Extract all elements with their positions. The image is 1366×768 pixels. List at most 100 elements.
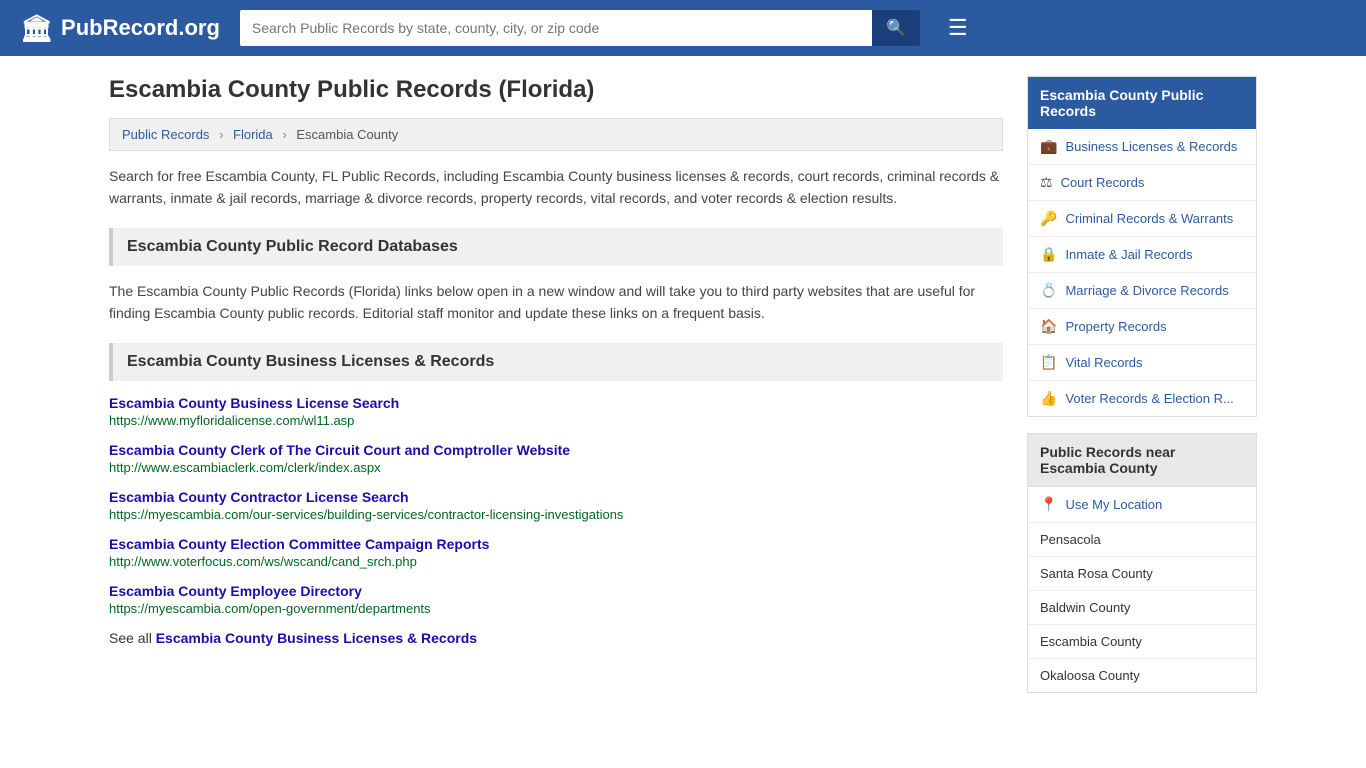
sidebar-label-marriage: Marriage & Divorce Records: [1065, 283, 1228, 298]
sidebar-label-vital: Vital Records: [1065, 355, 1142, 370]
record-title-0[interactable]: Escambia County Business License Search: [109, 395, 399, 411]
record-list: Escambia County Business License Search …: [109, 395, 1003, 616]
sidebar-link-escambia[interactable]: Escambia County: [1028, 625, 1256, 658]
sidebar-label-pensacola: Pensacola: [1040, 532, 1101, 547]
breadcrumb-link-florida[interactable]: Florida: [233, 127, 273, 142]
sidebar-link-court[interactable]: ⚖ Court Records: [1028, 165, 1256, 200]
page-description: Search for free Escambia County, FL Publ…: [109, 165, 1003, 210]
sidebar-label-santa-rosa: Santa Rosa County: [1040, 566, 1153, 581]
record-url-3[interactable]: http://www.voterfocus.com/ws/wscand/cand…: [109, 554, 1003, 569]
page-title: Escambia County Public Records (Florida): [109, 76, 1003, 104]
record-entry-0: Escambia County Business License Search …: [109, 395, 1003, 428]
sidebar-nearby-title: Public Records near Escambia County: [1028, 434, 1256, 487]
thumbsup-icon: 👍: [1040, 390, 1057, 407]
record-entry-2: Escambia County Contractor License Searc…: [109, 489, 1003, 522]
breadcrumb-current: Escambia County: [296, 127, 398, 142]
databases-section-header: Escambia County Public Record Databases: [109, 228, 1003, 266]
sidebar-link-baldwin[interactable]: Baldwin County: [1028, 591, 1256, 624]
record-entry-1: Escambia County Clerk of The Circuit Cou…: [109, 442, 1003, 475]
sidebar-label-escambia: Escambia County: [1040, 634, 1142, 649]
clipboard-icon: 📋: [1040, 354, 1057, 371]
business-section-header: Escambia County Business Licenses & Reco…: [109, 343, 1003, 381]
lock-icon: 🔒: [1040, 246, 1057, 263]
sidebar-item-voter[interactable]: 👍 Voter Records & Election R...: [1028, 381, 1256, 416]
record-url-0[interactable]: https://www.myfloridalicense.com/wl11.as…: [109, 413, 1003, 428]
see-all-label: See all: [109, 630, 152, 646]
sidebar-link-marriage[interactable]: 💍 Marriage & Divorce Records: [1028, 273, 1256, 308]
breadcrumb: Public Records › Florida › Escambia Coun…: [109, 118, 1003, 151]
sidebar-item-property[interactable]: 🏠 Property Records: [1028, 309, 1256, 345]
see-all-link[interactable]: Escambia County Business Licenses & Reco…: [156, 630, 477, 646]
sidebar-item-vital[interactable]: 📋 Vital Records: [1028, 345, 1256, 381]
sidebar-label-voter: Voter Records & Election R...: [1065, 391, 1233, 406]
breadcrumb-sep-2: ›: [282, 127, 286, 142]
ring-icon: 💍: [1040, 282, 1057, 299]
sidebar-item-escambia[interactable]: Escambia County: [1028, 625, 1256, 659]
sidebar-item-court[interactable]: ⚖ Court Records: [1028, 165, 1256, 201]
sidebar-item-inmate[interactable]: 🔒 Inmate & Jail Records: [1028, 237, 1256, 273]
home-icon: 🏠: [1040, 318, 1057, 335]
sidebar-nearby-list: 📍 Use My Location Pensacola Santa Rosa C…: [1028, 487, 1256, 692]
breadcrumb-sep-1: ›: [219, 127, 223, 142]
databases-description: The Escambia County Public Records (Flor…: [109, 280, 1003, 325]
search-bar: 🔍: [240, 10, 920, 46]
sidebar-link-pensacola[interactable]: Pensacola: [1028, 523, 1256, 556]
briefcase-icon: 💼: [1040, 138, 1057, 155]
header: 🏛 PubRecord.org 🔍 ☰: [0, 0, 1366, 56]
record-title-2[interactable]: Escambia County Contractor License Searc…: [109, 489, 409, 505]
record-entry-3: Escambia County Election Committee Campa…: [109, 536, 1003, 569]
logo[interactable]: 🏛 PubRecord.org: [20, 13, 220, 44]
sidebar-link-santa-rosa[interactable]: Santa Rosa County: [1028, 557, 1256, 590]
sidebar-link-property[interactable]: 🏠 Property Records: [1028, 309, 1256, 344]
sidebar-records-title: Escambia County Public Records: [1028, 77, 1256, 129]
sidebar-link-use-location[interactable]: 📍 Use My Location: [1028, 487, 1256, 522]
sidebar-records-box: Escambia County Public Records 💼 Busines…: [1027, 76, 1257, 417]
sidebar-item-business[interactable]: 💼 Business Licenses & Records: [1028, 129, 1256, 165]
see-all: See all Escambia County Business License…: [109, 630, 1003, 646]
menu-button[interactable]: ☰: [940, 11, 976, 45]
page-body: Escambia County Public Records (Florida)…: [93, 56, 1273, 729]
record-title-4[interactable]: Escambia County Employee Directory: [109, 583, 362, 599]
search-icon: 🔍: [886, 20, 906, 37]
sidebar-item-okaloosa[interactable]: Okaloosa County: [1028, 659, 1256, 692]
logo-icon: 🏛: [20, 13, 53, 44]
sidebar-item-santa-rosa[interactable]: Santa Rosa County: [1028, 557, 1256, 591]
sidebar-label-baldwin: Baldwin County: [1040, 600, 1130, 615]
sidebar-records-list: 💼 Business Licenses & Records ⚖ Court Re…: [1028, 129, 1256, 416]
search-button[interactable]: 🔍: [872, 10, 920, 46]
sidebar-label-business: Business Licenses & Records: [1065, 139, 1237, 154]
sidebar-link-criminal[interactable]: 🔑 Criminal Records & Warrants: [1028, 201, 1256, 236]
sidebar-label-use-location: Use My Location: [1065, 497, 1162, 512]
sidebar-label-court: Court Records: [1061, 175, 1145, 190]
scales-icon: ⚖: [1040, 174, 1053, 191]
sidebar-item-baldwin[interactable]: Baldwin County: [1028, 591, 1256, 625]
sidebar-link-okaloosa[interactable]: Okaloosa County: [1028, 659, 1256, 692]
sidebar-label-okaloosa: Okaloosa County: [1040, 668, 1140, 683]
sidebar: Escambia County Public Records 💼 Busines…: [1027, 76, 1257, 709]
key-icon: 🔑: [1040, 210, 1057, 227]
sidebar-link-vital[interactable]: 📋 Vital Records: [1028, 345, 1256, 380]
sidebar-item-pensacola[interactable]: Pensacola: [1028, 523, 1256, 557]
sidebar-item-marriage[interactable]: 💍 Marriage & Divorce Records: [1028, 273, 1256, 309]
sidebar-label-inmate: Inmate & Jail Records: [1065, 247, 1192, 262]
record-title-1[interactable]: Escambia County Clerk of The Circuit Cou…: [109, 442, 570, 458]
record-url-2[interactable]: https://myescambia.com/our-services/buil…: [109, 507, 1003, 522]
logo-text: PubRecord.org: [61, 15, 220, 41]
record-entry-4: Escambia County Employee Directory https…: [109, 583, 1003, 616]
sidebar-item-use-location[interactable]: 📍 Use My Location: [1028, 487, 1256, 523]
search-input[interactable]: [240, 10, 872, 46]
sidebar-item-criminal[interactable]: 🔑 Criminal Records & Warrants: [1028, 201, 1256, 237]
breadcrumb-link-public-records[interactable]: Public Records: [122, 127, 209, 142]
record-title-3[interactable]: Escambia County Election Committee Campa…: [109, 536, 489, 552]
sidebar-nearby-box: Public Records near Escambia County 📍 Us…: [1027, 433, 1257, 693]
menu-icon: ☰: [948, 15, 968, 40]
sidebar-label-property: Property Records: [1065, 319, 1166, 334]
sidebar-label-criminal: Criminal Records & Warrants: [1065, 211, 1233, 226]
sidebar-link-inmate[interactable]: 🔒 Inmate & Jail Records: [1028, 237, 1256, 272]
main-content: Escambia County Public Records (Florida)…: [109, 76, 1003, 709]
location-icon: 📍: [1040, 496, 1057, 513]
record-url-4[interactable]: https://myescambia.com/open-government/d…: [109, 601, 1003, 616]
sidebar-link-voter[interactable]: 👍 Voter Records & Election R...: [1028, 381, 1256, 416]
sidebar-link-business[interactable]: 💼 Business Licenses & Records: [1028, 129, 1256, 164]
record-url-1[interactable]: http://www.escambiaclerk.com/clerk/index…: [109, 460, 1003, 475]
